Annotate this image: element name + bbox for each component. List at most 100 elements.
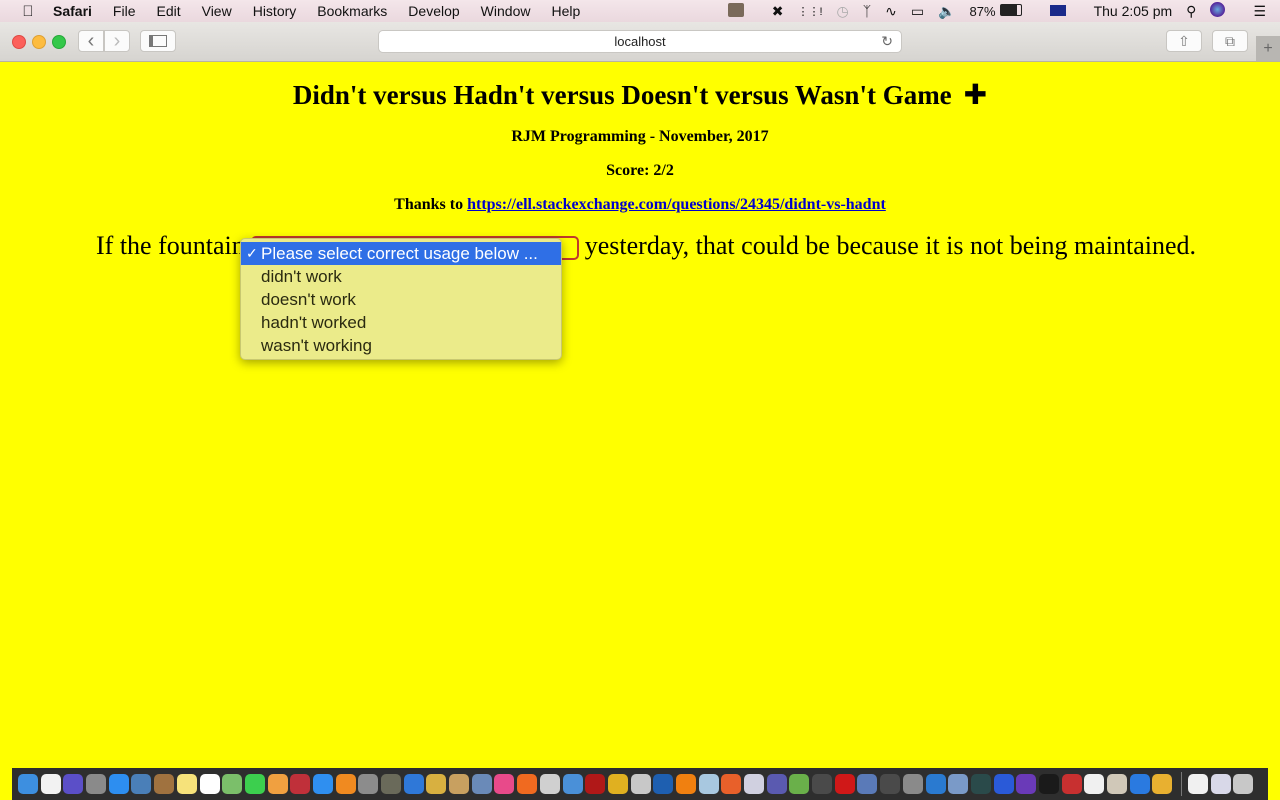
dock-system-preferences-icon[interactable] bbox=[358, 774, 379, 794]
dock-network-radar-icon[interactable] bbox=[970, 774, 991, 794]
dock-downloads-stack-icon[interactable] bbox=[1188, 774, 1209, 794]
airplay-icon[interactable]: ▭ bbox=[911, 3, 924, 20]
dock-firefox-icon[interactable] bbox=[721, 774, 742, 794]
back-button[interactable]: ‹ bbox=[78, 30, 104, 52]
dock-migration-icon[interactable] bbox=[993, 774, 1014, 794]
dock-script-editor-icon[interactable] bbox=[449, 774, 470, 794]
close-window-button[interactable] bbox=[12, 35, 26, 49]
forward-button[interactable]: › bbox=[104, 30, 130, 52]
dock-safari-icon[interactable] bbox=[108, 774, 129, 794]
dock-terminal-icon[interactable] bbox=[1038, 774, 1059, 794]
dock-launchpad-icon[interactable] bbox=[86, 774, 107, 794]
menu-help[interactable]: Help bbox=[551, 3, 580, 19]
menu-app-name[interactable]: Safari bbox=[53, 3, 92, 19]
dock-contacts-icon[interactable] bbox=[154, 774, 175, 794]
dock-unknown-app-2-icon[interactable] bbox=[880, 774, 901, 794]
dock-virtualbox-icon[interactable] bbox=[857, 774, 878, 794]
dock-trash-icon[interactable] bbox=[1233, 774, 1254, 794]
dock-gimp-alt-icon[interactable] bbox=[630, 774, 651, 794]
dock-calendar-icon[interactable] bbox=[199, 774, 220, 794]
dock-separator bbox=[1181, 772, 1183, 796]
dock-cube-app-icon[interactable] bbox=[698, 774, 719, 794]
menu-develop[interactable]: Develop bbox=[408, 3, 459, 19]
dock-unknown-app-icon[interactable] bbox=[812, 774, 833, 794]
dock-screen-sharing-icon[interactable] bbox=[562, 774, 583, 794]
dock-preview-icon[interactable] bbox=[131, 774, 152, 794]
menu-history[interactable]: History bbox=[253, 3, 297, 19]
dropdown-option-hadnt-worked[interactable]: hadn't worked bbox=[241, 311, 561, 334]
notification-center-icon[interactable]: ☰ bbox=[1253, 3, 1266, 20]
bluetooth-icon[interactable]: ᛉ bbox=[863, 3, 871, 19]
time-machine-icon[interactable]: ◷ bbox=[837, 3, 849, 20]
dock-keychain-access-icon[interactable] bbox=[902, 774, 923, 794]
dock-avast-icon[interactable] bbox=[517, 774, 538, 794]
dashlane-icon[interactable] bbox=[727, 2, 758, 20]
share-icon: ⇧ bbox=[1178, 32, 1190, 49]
thanks-link[interactable]: https://ell.stackexchange.com/questions/… bbox=[467, 196, 886, 213]
dock-opera-icon[interactable] bbox=[834, 774, 855, 794]
dropdown-option-wasnt-working[interactable]: wasn't working bbox=[241, 334, 561, 357]
answer-dropdown-menu[interactable]: ✓ Please select correct usage below ... … bbox=[240, 238, 562, 360]
share-button[interactable]: ⇧ bbox=[1166, 30, 1202, 52]
dock-android-studio-icon[interactable] bbox=[789, 774, 810, 794]
dock-textedit-doc-icon[interactable] bbox=[40, 774, 61, 794]
minimize-window-button[interactable] bbox=[32, 35, 46, 49]
dock-dots-app-icon[interactable] bbox=[1061, 774, 1082, 794]
spotlight-search-icon[interactable]: ⚲ bbox=[1186, 3, 1196, 20]
dock-drop-app-icon[interactable] bbox=[1084, 774, 1105, 794]
dock-xcode-icon[interactable] bbox=[403, 774, 424, 794]
menu-window[interactable]: Window bbox=[481, 3, 531, 19]
network-activity-icon[interactable]: ⋮⋮! bbox=[797, 5, 822, 18]
dock-siri-icon[interactable] bbox=[63, 774, 84, 794]
thanks-prefix: Thanks to bbox=[394, 196, 468, 213]
show-tabs-button[interactable]: ⧉ bbox=[1212, 30, 1248, 52]
new-tab-button[interactable]: + bbox=[1256, 36, 1280, 61]
australia-flag-icon[interactable] bbox=[1049, 3, 1080, 19]
dock-font-book-icon[interactable] bbox=[1107, 774, 1127, 794]
sidebar-button[interactable] bbox=[140, 30, 176, 52]
siri-icon[interactable] bbox=[1210, 2, 1239, 20]
dropdown-option-placeholder[interactable]: ✓ Please select correct usage below ... bbox=[241, 242, 561, 265]
menu-file[interactable]: File bbox=[113, 3, 136, 19]
reload-icon[interactable]: ↻ bbox=[881, 31, 893, 52]
battery-icon[interactable] bbox=[999, 3, 1036, 19]
dock-finder-icon[interactable] bbox=[18, 774, 38, 794]
dock-maps-icon[interactable] bbox=[222, 774, 243, 794]
dock-keyboard-maestro-icon[interactable] bbox=[1152, 774, 1173, 794]
dock-image-viewer-icon[interactable] bbox=[948, 774, 969, 794]
dock-mindnode-icon[interactable] bbox=[744, 774, 764, 794]
dock-filezilla-icon[interactable] bbox=[585, 774, 606, 794]
dropdown-option-didnt-work[interactable]: didn't work bbox=[241, 265, 561, 288]
dock-photos-icon[interactable] bbox=[267, 774, 288, 794]
dock-notes-icon[interactable] bbox=[176, 774, 197, 794]
dock-chrome-icon[interactable] bbox=[607, 774, 628, 794]
dock-gimp-icon[interactable] bbox=[381, 774, 401, 794]
dock-app-store-icon[interactable] bbox=[312, 774, 333, 794]
dock-facetime-icon[interactable] bbox=[244, 774, 265, 794]
dock-vlc-icon[interactable] bbox=[675, 774, 696, 794]
dock-visual-studio-code-icon[interactable] bbox=[925, 774, 946, 794]
dock-php-icon[interactable] bbox=[766, 774, 787, 794]
dock-grapher-icon[interactable] bbox=[539, 774, 560, 794]
dock-github-desktop-icon[interactable] bbox=[1016, 774, 1037, 794]
dock-ibooks-icon[interactable] bbox=[335, 774, 356, 794]
dock-image-capture-icon[interactable] bbox=[471, 774, 492, 794]
menu-bookmarks[interactable]: Bookmarks bbox=[317, 3, 387, 19]
dock-documents-stack-icon[interactable] bbox=[1210, 774, 1231, 794]
dock-simulator-icon[interactable] bbox=[1129, 774, 1150, 794]
wifi-icon[interactable]: ∿ bbox=[885, 3, 897, 20]
dropdown-option-doesnt-work[interactable]: doesn't work bbox=[241, 288, 561, 311]
dock-quicktime-icon[interactable] bbox=[653, 774, 674, 794]
malwarebytes-icon[interactable]: ✖ bbox=[772, 3, 784, 20]
dock-wordpress-app-icon[interactable] bbox=[426, 774, 447, 794]
menu-edit[interactable]: Edit bbox=[156, 3, 180, 19]
dock-itunes-icon[interactable] bbox=[494, 774, 515, 794]
menu-view[interactable]: View bbox=[202, 3, 232, 19]
address-bar[interactable]: localhost ↻ bbox=[378, 30, 902, 53]
plus-icon[interactable]: ✚ bbox=[964, 78, 987, 111]
clock[interactable]: Thu 2:05 pm bbox=[1094, 3, 1173, 19]
apple-logo-icon[interactable]:  bbox=[19, 3, 37, 20]
volume-icon[interactable]: 🔈 bbox=[938, 3, 955, 20]
zoom-window-button[interactable] bbox=[52, 35, 66, 49]
dock-photo-booth-icon[interactable] bbox=[290, 774, 311, 794]
